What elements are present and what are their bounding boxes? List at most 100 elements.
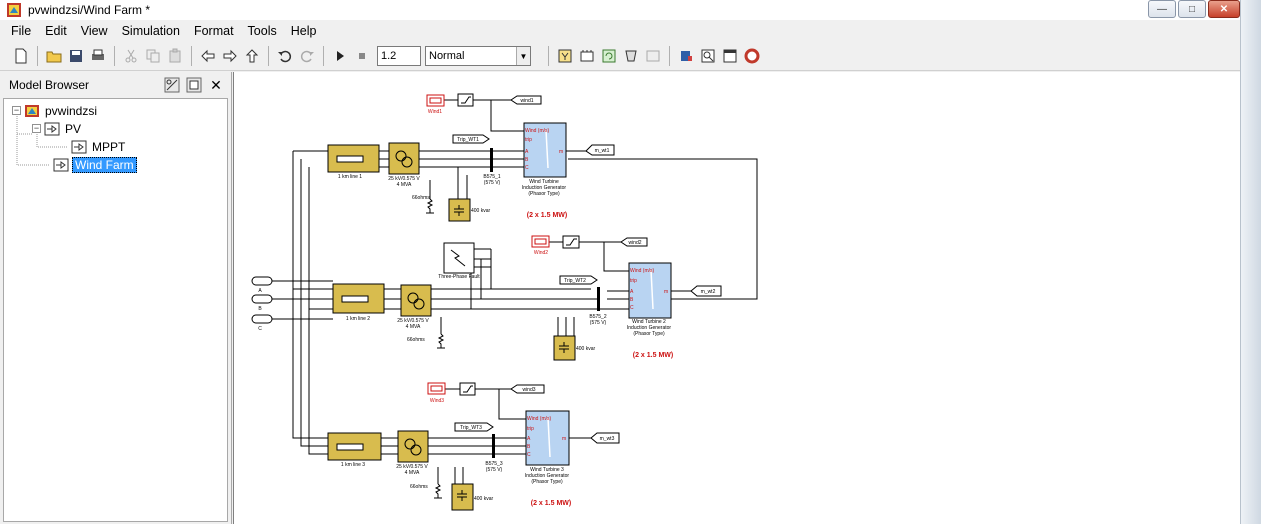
open-button[interactable] (43, 45, 65, 67)
menu-tools[interactable]: Tools (241, 24, 284, 38)
stop-button[interactable] (351, 45, 373, 67)
voltage-source-a[interactable]: A (251, 276, 273, 294)
toolbar-separator (191, 46, 192, 66)
minimize-button[interactable]: — (1148, 0, 1176, 18)
tree-label: MPPT (92, 139, 126, 154)
wind-farm-diagram[interactable]: A B C 1 km line 1 1 km line 2 1 km line … (234, 72, 1241, 524)
transformer-2[interactable]: 25 kV/0.575 V 4 MVA (397, 284, 432, 330)
help-button[interactable] (741, 45, 763, 67)
voltage-source-b[interactable]: B (251, 294, 273, 312)
window-title: pvwindzsi/Wind Farm * (28, 3, 151, 17)
transformer-1[interactable]: 25 kV/0.575 V 4 MVA (388, 142, 420, 188)
run-button[interactable] (329, 45, 351, 67)
voltage-source-c[interactable]: C (251, 314, 273, 332)
turbine-subtype: (Phasor Type) (528, 191, 560, 197)
transformer-rating: 4 MVA (406, 324, 421, 330)
menu-file[interactable]: File (4, 24, 38, 38)
wind-source-label: Wind1 (428, 109, 442, 115)
wind-source-label: Wind2 (534, 250, 548, 256)
arrow-left-icon (201, 49, 215, 63)
close-icon: ✕ (210, 76, 222, 93)
build-button[interactable] (576, 45, 598, 67)
new-model-button[interactable] (10, 45, 32, 67)
collapse-icon[interactable]: − (12, 106, 21, 115)
arrow-right-icon (223, 49, 237, 63)
three-phase-fault[interactable]: Three-Phase Fault (438, 242, 480, 280)
show-library-links-button[interactable] (163, 76, 181, 94)
capacitor-bank-3[interactable]: 400 kvar (451, 483, 494, 511)
port-label: Wind (m/s) (525, 128, 550, 134)
model-canvas[interactable]: A B C 1 km line 1 1 km line 2 1 km line … (233, 72, 1240, 524)
lifebuoy-icon (744, 48, 760, 64)
pi-line-1[interactable]: 1 km line 1 (327, 144, 380, 180)
grounding-label: 66ohms (412, 195, 430, 201)
menu-help[interactable]: Help (284, 24, 324, 38)
print-button[interactable] (87, 45, 109, 67)
tree-item-wind-farm[interactable]: Wind Farm (50, 156, 137, 173)
model-explorer-button[interactable] (642, 45, 664, 67)
library-browser-button[interactable] (620, 45, 642, 67)
menu-view[interactable]: View (74, 24, 115, 38)
pi-line-3[interactable]: 1 km line 3 (327, 432, 382, 468)
wind-source-label: Wind3 (430, 398, 444, 404)
capacitor-bank-1[interactable]: 400 kvar (448, 198, 491, 222)
simulation-mode-value: Normal (429, 50, 465, 62)
port-label: C (527, 452, 531, 458)
port-label: C (630, 305, 634, 311)
tree-item-pv[interactable]: − PV (32, 120, 83, 137)
model-browser-header: Model Browser ✕ (0, 72, 231, 98)
line-label: 1 km line 3 (341, 462, 365, 468)
wind-source-2[interactable]: Wind2 (531, 235, 550, 256)
cut-button[interactable] (120, 45, 142, 67)
pi-line-2[interactable]: 1 km line 2 (332, 283, 385, 322)
back-button[interactable] (197, 45, 219, 67)
new-document-icon (15, 48, 27, 64)
up-button[interactable] (241, 45, 263, 67)
m-tag-label: m_wt1 (595, 148, 610, 154)
properties-icon (723, 49, 737, 63)
menu-simulation[interactable]: Simulation (115, 24, 187, 38)
bus-bar-2[interactable]: B575_2 (575 V) (589, 287, 607, 326)
close-browser-button[interactable]: ✕ (207, 76, 225, 94)
undo-icon (278, 50, 292, 63)
maximize-button[interactable]: □ (1178, 0, 1206, 18)
tree-item-mppt[interactable]: MPPT (68, 138, 127, 155)
undo-button[interactable] (274, 45, 296, 67)
collapse-icon[interactable]: − (32, 124, 41, 133)
refresh-button[interactable] (598, 45, 620, 67)
wind-turbine-1[interactable]: Wind (m/s) trip A B C m Wind Turbine Ind… (522, 122, 567, 219)
show-masked-subsystems-button[interactable] (185, 76, 203, 94)
save-button[interactable] (65, 45, 87, 67)
wind-source-3[interactable]: Wind3 (427, 382, 446, 404)
properties-button[interactable] (719, 45, 741, 67)
close-icon: ✕ (1219, 3, 1229, 15)
advisor-icon (701, 49, 715, 63)
close-button[interactable]: ✕ (1208, 0, 1240, 18)
window-controls: — □ ✕ (1148, 0, 1240, 18)
capacitor-bank-2[interactable]: 400 kvar (553, 335, 596, 361)
subsystem-icon (53, 158, 69, 171)
goto-label: wind1 (520, 98, 533, 104)
copy-button[interactable] (142, 45, 164, 67)
transformer-3[interactable]: 25 kV/0.575 V 4 MVA (396, 430, 429, 476)
debug-button[interactable] (675, 45, 697, 67)
forward-button[interactable] (219, 45, 241, 67)
menu-edit[interactable]: Edit (38, 24, 74, 38)
menu-format[interactable]: Format (187, 24, 241, 38)
stop-icon (359, 53, 365, 59)
subsystem-icon (44, 122, 60, 135)
advisor-button[interactable] (697, 45, 719, 67)
stop-time-input[interactable] (377, 46, 421, 66)
capacitor-label: 400 kvar (474, 496, 494, 502)
paste-button[interactable] (164, 45, 186, 67)
wind-turbine-3[interactable]: Wind (m/s) trip A B C m Wind Turbine 3 I… (525, 410, 571, 507)
explorer-icon (646, 50, 660, 62)
redo-button[interactable] (296, 45, 318, 67)
chevron-down-icon[interactable]: ▼ (516, 47, 530, 65)
port-label: Wind (m/s) (527, 416, 552, 422)
simulation-mode-select[interactable]: Normal ▼ (425, 46, 531, 66)
wind-source-1[interactable]: Wind1 (426, 94, 445, 115)
tree-item-root[interactable]: − pvwindzsi (12, 102, 99, 119)
update-diagram-button[interactable] (554, 45, 576, 67)
wind-turbine-2[interactable]: Wind (m/s) trip A B C m Wind Turbine 2 I… (627, 262, 673, 359)
